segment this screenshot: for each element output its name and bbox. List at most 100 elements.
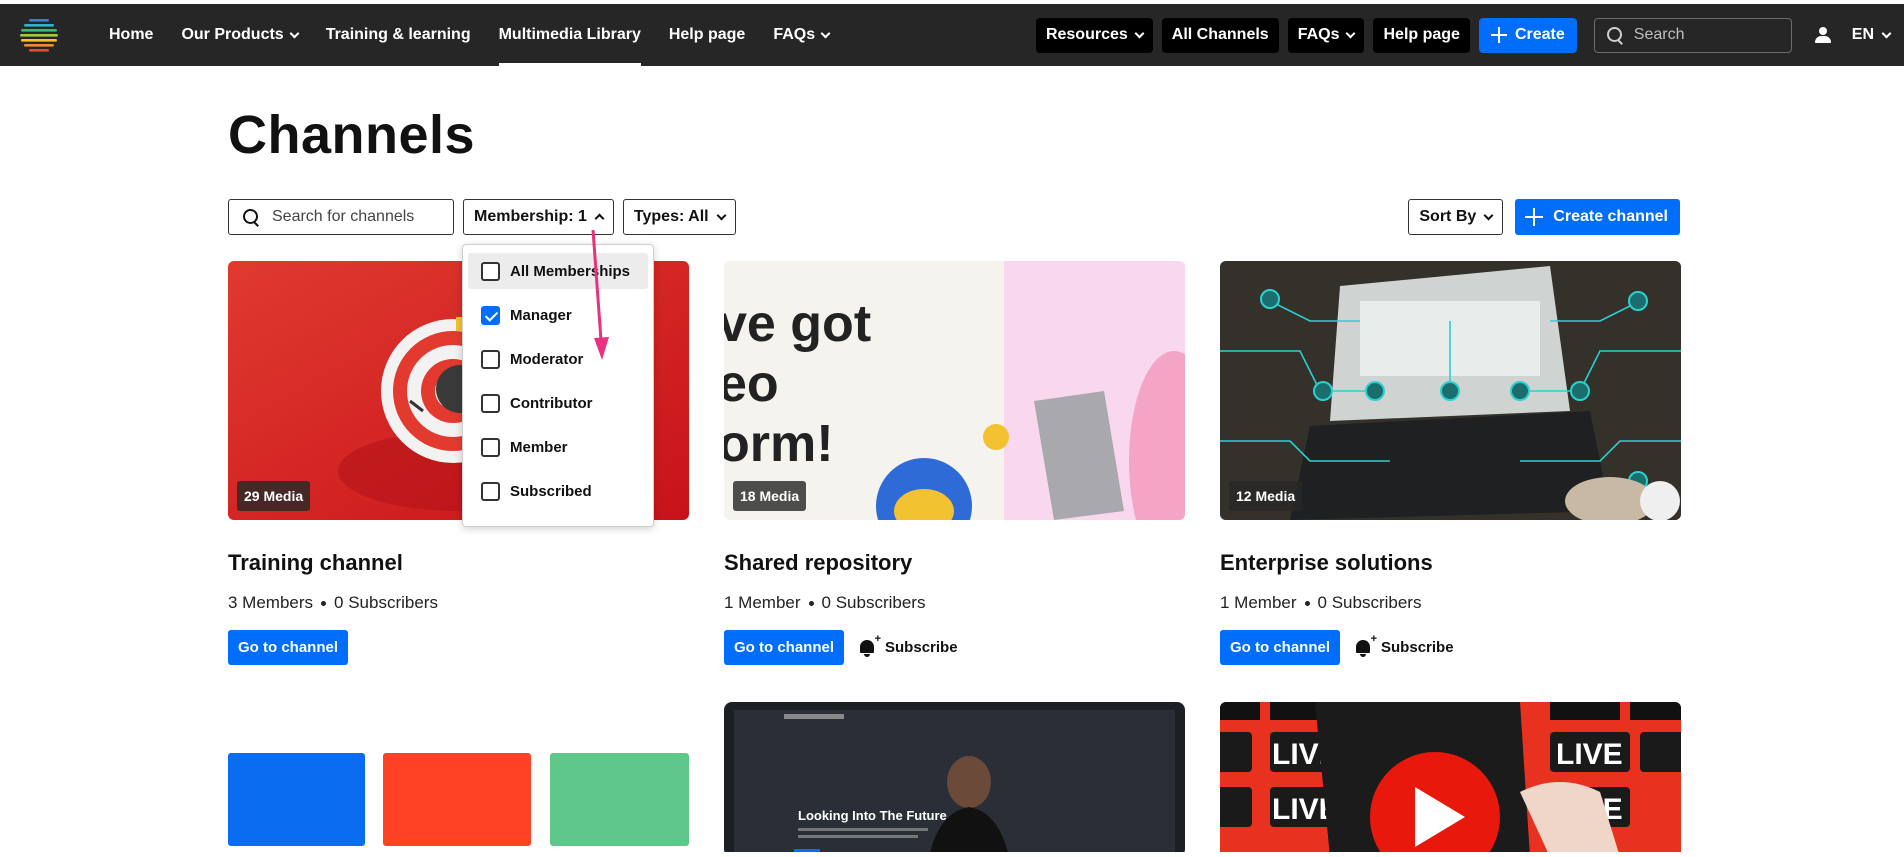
membership-filter-button[interactable]: Membership: 1 bbox=[463, 199, 614, 235]
membership-option-member[interactable]: Member bbox=[468, 429, 648, 465]
all-channels-label: All Channels bbox=[1171, 26, 1269, 43]
membership-option-contributor[interactable]: Contributor bbox=[468, 385, 648, 421]
separator-dot bbox=[1304, 600, 1310, 606]
checkbox-checked[interactable] bbox=[481, 305, 500, 325]
channel-title[interactable]: Shared repository bbox=[724, 550, 1185, 576]
thumb-text-line-2: eo bbox=[724, 355, 779, 413]
option-label: Contributor bbox=[510, 394, 593, 412]
main-nav: Home Our Products Training & learning Mu… bbox=[95, 4, 843, 66]
option-label: Manager bbox=[510, 306, 572, 324]
bell-plus-icon: + bbox=[1354, 633, 1377, 658]
checkbox[interactable] bbox=[481, 349, 500, 369]
channel-card-actions: Go to channel + Subscribe bbox=[724, 630, 1185, 665]
page-title: Channels bbox=[228, 105, 476, 165]
channel-card: ve got eo orm! 18 Media Shared repositor… bbox=[724, 261, 1185, 665]
plus-icon bbox=[1525, 208, 1544, 226]
nav-home-label: Home bbox=[109, 26, 154, 43]
live-stream-image: LIVE LIVE LIVE LIVE bbox=[1220, 702, 1681, 852]
nav-our-products[interactable]: Our Products bbox=[167, 4, 311, 66]
channel-thumbnail[interactable]: LIVE LIVE LIVE LIVE bbox=[1220, 702, 1681, 852]
plus-icon bbox=[1490, 27, 1507, 43]
language-selector[interactable]: EN bbox=[1851, 26, 1892, 44]
nav-multimedia-library[interactable]: Multimedia Library bbox=[485, 4, 655, 66]
nav-right-group: Resources All Channels FAQs Help page Cr… bbox=[1035, 4, 1892, 66]
subscribe-button[interactable]: + Subscribe bbox=[1354, 633, 1454, 658]
option-label: All Memberships bbox=[510, 262, 631, 280]
channel-title[interactable]: Training channel bbox=[228, 550, 689, 576]
checkbox[interactable] bbox=[481, 393, 500, 413]
language-label: EN bbox=[1851, 26, 1874, 43]
checkbox[interactable] bbox=[481, 437, 500, 457]
global-search-placeholder: Search bbox=[1633, 26, 1685, 43]
brand-logo-icon[interactable] bbox=[20, 17, 58, 55]
chevron-down-icon bbox=[820, 28, 831, 38]
channel-actions: Sort By Create channel bbox=[1408, 199, 1680, 235]
nav-help-page[interactable]: Help page bbox=[655, 4, 759, 66]
members-count: 1 Member bbox=[724, 593, 801, 612]
channel-thumbnail[interactable]: Looking Into The Future bbox=[724, 702, 1185, 852]
chevron-down-icon bbox=[1483, 210, 1494, 220]
membership-option-moderator[interactable]: Moderator bbox=[468, 341, 648, 377]
go-to-channel-button[interactable]: Go to channel bbox=[1220, 630, 1341, 665]
all-channels-button[interactable]: All Channels bbox=[1161, 17, 1279, 53]
channel-filters: Search for channels Membership: 1 Types:… bbox=[228, 199, 736, 235]
channel-card-actions: Go to channel bbox=[228, 630, 689, 665]
channel-title[interactable]: Enterprise solutions bbox=[1220, 550, 1681, 576]
checkbox[interactable] bbox=[481, 261, 500, 281]
go-to-channel-button[interactable]: Go to channel bbox=[724, 630, 845, 665]
create-channel-button[interactable]: Create channel bbox=[1515, 199, 1680, 235]
membership-filter-label: Membership: 1 bbox=[474, 208, 587, 225]
resources-button[interactable]: Resources bbox=[1035, 17, 1153, 53]
channel-stats: 1 Member 0 Subscribers bbox=[724, 593, 1185, 613]
channel-thumbnail[interactable]: 12 Media bbox=[1220, 261, 1681, 520]
channel-thumbnail[interactable] bbox=[228, 706, 689, 856]
separator-dot bbox=[321, 600, 327, 606]
faqs-button[interactable]: FAQs bbox=[1287, 17, 1365, 53]
subscribers-count: 0 Subscribers bbox=[821, 593, 926, 612]
membership-option-all[interactable]: All Memberships bbox=[468, 253, 648, 289]
subscribe-label: Subscribe bbox=[885, 639, 958, 656]
nav-home[interactable]: Home bbox=[95, 4, 167, 66]
channel-thumbnail[interactable]: ve got eo orm! 18 Media bbox=[724, 261, 1185, 520]
global-search-input[interactable]: Search bbox=[1593, 17, 1792, 53]
channel-search-input[interactable]: Search for channels bbox=[228, 199, 454, 235]
nav-help-label: Help page bbox=[668, 26, 746, 43]
chevron-down-icon bbox=[1134, 28, 1145, 38]
channel-stats: 1 Member 0 Subscribers bbox=[1220, 593, 1681, 613]
create-button[interactable]: Create bbox=[1478, 17, 1577, 53]
channel-card-actions: Go to channel + Subscribe bbox=[1220, 630, 1681, 665]
faqs-label: FAQs bbox=[1297, 26, 1340, 43]
members-count: 1 Member bbox=[1220, 593, 1297, 612]
media-count-badge: 12 Media bbox=[1229, 481, 1303, 511]
option-label: Moderator bbox=[510, 350, 584, 368]
checkbox[interactable] bbox=[481, 481, 500, 501]
membership-option-manager[interactable]: Manager bbox=[468, 297, 648, 333]
search-icon bbox=[1606, 26, 1624, 44]
option-label: Subscribed bbox=[510, 482, 592, 500]
members-count: 3 Members bbox=[228, 593, 314, 612]
nav-faqs[interactable]: FAQs bbox=[759, 4, 843, 66]
nav-our-products-label: Our Products bbox=[181, 26, 284, 43]
chevron-down-icon bbox=[1881, 28, 1892, 38]
sort-by-button[interactable]: Sort By bbox=[1408, 199, 1504, 235]
membership-option-subscribed[interactable]: Subscribed bbox=[468, 473, 648, 509]
help-page-label: Help page bbox=[1383, 26, 1460, 43]
video-portal-image: Looking Into The Future bbox=[724, 702, 1185, 852]
nav-faqs-label: FAQs bbox=[773, 26, 816, 43]
nav-training-label: Training & learning bbox=[325, 26, 471, 43]
thumb-text-line-1: ve got bbox=[724, 295, 871, 353]
types-filter-button[interactable]: Types: All bbox=[622, 199, 736, 235]
live-text: LIVE bbox=[1556, 738, 1623, 771]
channel-search-placeholder: Search for channels bbox=[272, 208, 415, 225]
nav-training-learning[interactable]: Training & learning bbox=[312, 4, 485, 66]
chevron-down-icon bbox=[716, 210, 727, 220]
chevron-up-icon bbox=[594, 213, 605, 224]
user-icon[interactable] bbox=[1814, 26, 1832, 44]
search-icon bbox=[243, 208, 260, 226]
bell-plus-icon: + bbox=[858, 633, 881, 658]
help-page-button[interactable]: Help page bbox=[1373, 17, 1470, 53]
go-to-channel-button[interactable]: Go to channel bbox=[228, 630, 349, 665]
create-label: Create bbox=[1514, 26, 1565, 43]
subscribe-button[interactable]: + Subscribe bbox=[858, 633, 958, 658]
subscribe-label: Subscribe bbox=[1381, 639, 1454, 656]
